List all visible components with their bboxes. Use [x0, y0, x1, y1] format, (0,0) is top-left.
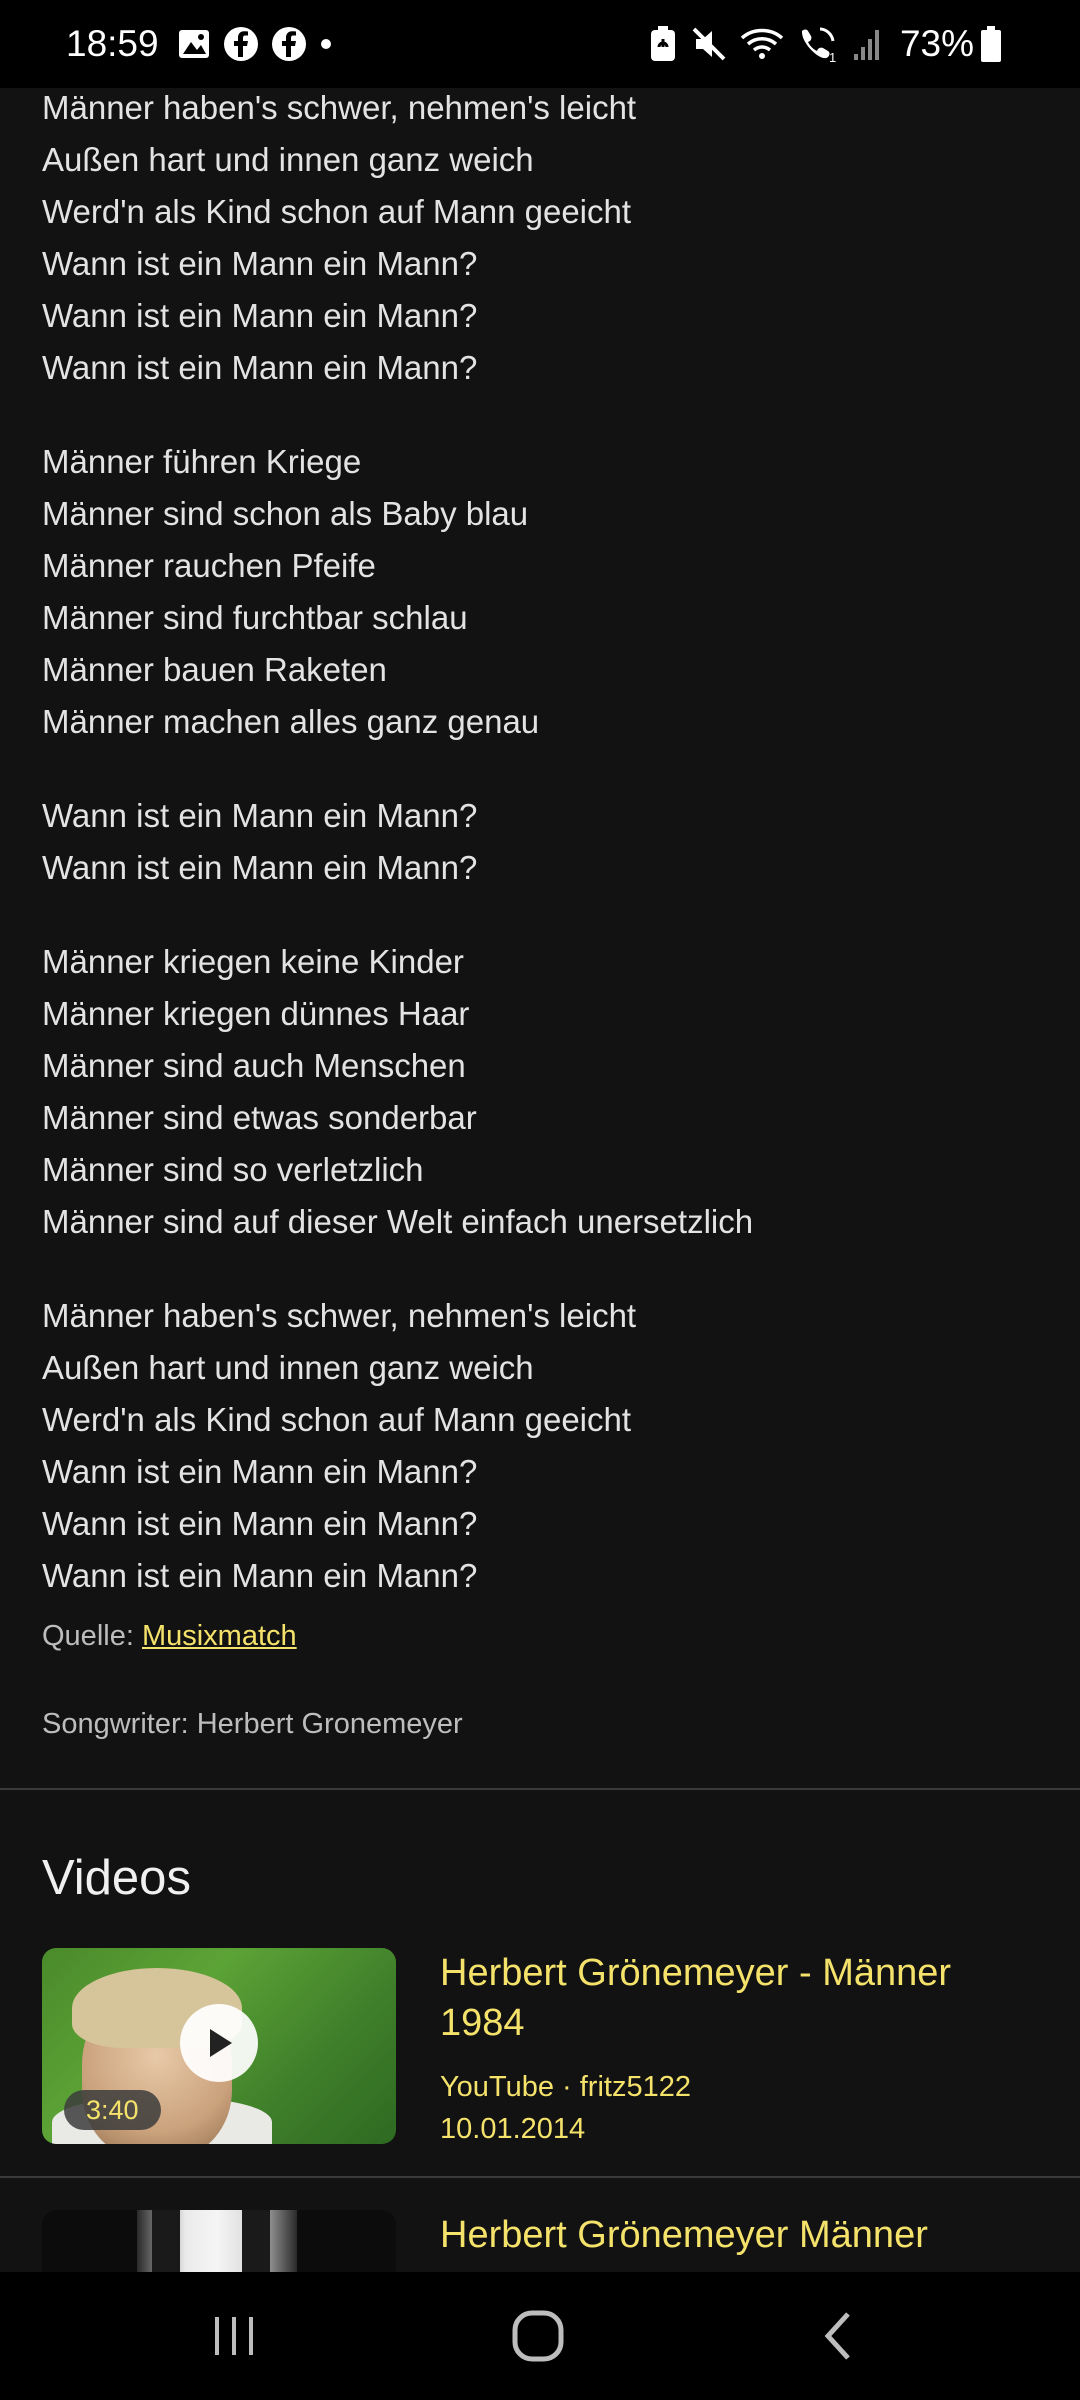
lyrics-stanza: Männer führen Kriege Männer sind schon a…: [42, 436, 1042, 748]
lyric-line: Männer kriegen dünnes Haar: [42, 995, 470, 1032]
facebook-icon: [223, 24, 259, 64]
lyric-line: Wann ist ein Mann ein Mann?: [42, 1557, 478, 1594]
battery-icon: [980, 24, 1002, 64]
battery-percentage: 73%: [899, 23, 974, 64]
result-divider: [0, 2176, 1080, 2178]
video-thumbnail[interactable]: [42, 2210, 396, 2272]
thumbnail-image: [242, 2210, 270, 2272]
lyric-line: Männer führen Kriege: [42, 443, 362, 480]
video-result[interactable]: 3:40 Herbert Grönemeyer - Männer 1984 Yo…: [0, 1948, 1080, 2248]
status-bar: 18:59 1 73%: [0, 0, 1080, 88]
signal-icon: [852, 24, 882, 64]
lyric-line: Männer haben's schwer, nehmen's leicht: [42, 89, 637, 126]
lyric-line: Wann ist ein Mann ein Mann?: [42, 1505, 478, 1542]
video-source: YouTube · fritz5122: [440, 2071, 691, 2103]
lyrics-stanza: Männer kriegen keine Kinder Männer krieg…: [42, 936, 1042, 1248]
section-divider: [0, 1788, 1080, 1790]
lyrics-block: Männer haben's schwer, nehmen's leicht A…: [42, 88, 1042, 1644]
status-right: 1 73%: [648, 23, 1014, 65]
svg-text:1: 1: [829, 50, 836, 63]
wifi-icon: [740, 24, 784, 64]
lyric-line: Werd'n als Kind schon auf Mann geeicht: [42, 1401, 632, 1438]
video-thumbnail[interactable]: 3:40: [42, 1948, 396, 2144]
video-title[interactable]: Herbert Grönemeyer Männer: [440, 2210, 1040, 2260]
source-label: Quelle:: [42, 1620, 134, 1652]
lyric-line: Männer sind schon als Baby blau: [42, 495, 529, 532]
lyric-line: Wann ist ein Mann ein Mann?: [42, 849, 478, 886]
facebook-icon: [271, 24, 307, 64]
dot-icon: [319, 24, 333, 64]
video-title[interactable]: Herbert Grönemeyer - Männer 1984: [440, 1948, 1040, 2048]
musixmatch-link[interactable]: Musixmatch: [142, 1620, 297, 1652]
lyrics-stanza: Männer haben's schwer, nehmen's leicht A…: [42, 1290, 1042, 1602]
lyric-line: Wann ist ein Mann ein Mann?: [42, 797, 478, 834]
navigation-bar: [0, 2272, 1080, 2400]
wifi-calling-icon: 1: [796, 24, 840, 64]
lyric-line: Männer sind auch Menschen: [42, 1047, 466, 1084]
lyric-line: Männer sind so verletzlich: [42, 1151, 424, 1188]
lyric-line: Wann ist ein Mann ein Mann?: [42, 245, 478, 282]
lyrics-source: Quelle: Musixmatch: [42, 1620, 297, 1653]
lyric-line: Wann ist ein Mann ein Mann?: [42, 349, 478, 386]
status-time: 18:59: [66, 23, 159, 64]
lyric-line: Männer sind auf dieser Welt einfach uner…: [42, 1203, 754, 1240]
thumbnail-image: [152, 2210, 180, 2272]
video-result[interactable]: Herbert Grönemeyer Männer: [0, 2210, 1080, 2272]
battery-saver-icon: [648, 24, 678, 64]
gallery-icon: [177, 24, 211, 64]
mute-icon: [690, 24, 728, 64]
video-duration: 3:40: [64, 2090, 161, 2130]
lyric-line: Außen hart und innen ganz weich: [42, 1349, 534, 1386]
lyric-line: Wann ist ein Mann ein Mann?: [42, 297, 478, 334]
lyric-line: Männer rauchen Pfeife: [42, 547, 376, 584]
video-date: 10.01.2014: [440, 2113, 586, 2145]
lyrics-stanza: Wann ist ein Mann ein Mann? Wann ist ein…: [42, 790, 1042, 894]
lyric-line: Werd'n als Kind schon auf Mann geeicht: [42, 193, 632, 230]
lyric-line: Männer sind etwas sonderbar: [42, 1099, 477, 1136]
play-icon[interactable]: [180, 2004, 258, 2082]
search-result-content[interactable]: Männer haben's schwer, nehmen's leicht A…: [0, 88, 1080, 2272]
home-icon[interactable]: [498, 2302, 578, 2370]
lyric-line: Männer machen alles ganz genau: [42, 703, 540, 740]
lyric-line: Männer sind furchtbar schlau: [42, 599, 468, 636]
lyrics-stanza: Männer haben's schwer, nehmen's leicht A…: [42, 88, 1042, 394]
recents-icon[interactable]: [194, 2302, 274, 2370]
songwriter-credit: Songwriter: Herbert Gronemeyer: [42, 1708, 463, 1740]
lyric-line: Wann ist ein Mann ein Mann?: [42, 1453, 478, 1490]
videos-section-title: Videos: [42, 1851, 191, 1905]
lyric-line: Männer haben's schwer, nehmen's leicht: [42, 1297, 637, 1334]
back-icon[interactable]: [800, 2302, 880, 2370]
lyric-line: Außen hart und innen ganz weich: [42, 141, 534, 178]
lyric-line: Männer kriegen keine Kinder: [42, 943, 464, 980]
lyric-line: Männer bauen Raketen: [42, 651, 387, 688]
